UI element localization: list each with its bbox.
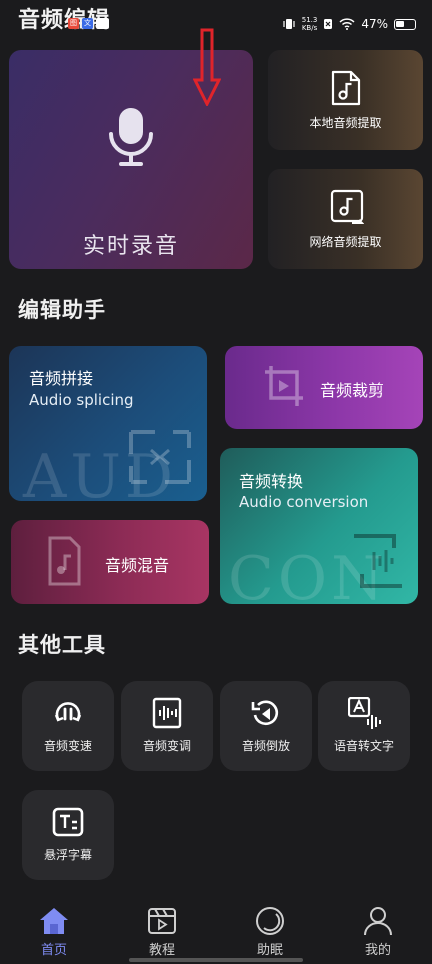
tool-audio-reverse[interactable]: 音频倒放: [220, 681, 312, 771]
conversion-icon: [354, 534, 402, 588]
home-indicator[interactable]: [129, 958, 303, 962]
nav-profile[interactable]: 我的: [324, 896, 432, 964]
battery-percent: 47%: [361, 17, 388, 31]
audio-splicing-card[interactable]: AUD 音频拼接 Audio splicing: [9, 346, 207, 501]
record-label: 实时录音: [82, 234, 179, 259]
tool-audio-speed[interactable]: 音频变速: [22, 681, 114, 771]
nav-label: 我的: [364, 943, 391, 958]
vibrate-icon: [283, 19, 295, 29]
splice-title: 音频拼接: [29, 369, 94, 388]
microphone-icon: [109, 108, 153, 166]
system-status: 51.3 KB/s 47%: [282, 16, 416, 32]
audio-file-icon: [331, 70, 361, 106]
message-icon: [96, 18, 109, 29]
nav-home[interactable]: 首页: [0, 896, 108, 964]
music-share-icon: [330, 189, 364, 224]
section-title-edit-helper: 编辑助手: [18, 298, 106, 322]
audio-cut-card[interactable]: 音频裁剪: [225, 346, 423, 429]
bottom-nav: 首页 教程 助眠 我的: [0, 896, 432, 964]
tool-label: 语音转文字: [333, 739, 394, 753]
crop-icon: [265, 366, 303, 406]
wifi-icon: [339, 18, 355, 30]
local-extract-label: 本地音频提取: [309, 116, 382, 130]
home-icon: [40, 908, 68, 934]
moon-icon: [256, 907, 284, 935]
reverse-icon: [251, 700, 279, 726]
tool-label: 音频变速: [43, 739, 92, 753]
network-audio-extract-card[interactable]: 网络音频提取: [268, 169, 423, 269]
battery-icon: [394, 18, 416, 30]
local-audio-extract-card[interactable]: 本地音频提取: [268, 50, 423, 150]
tool-audio-pitch[interactable]: 音频变调: [121, 681, 213, 771]
network-speed: 51.3 KB/s: [301, 16, 318, 32]
music-file-icon: [48, 536, 81, 586]
nav-label: 首页: [40, 943, 67, 958]
down-arrow-annotation: [193, 28, 221, 106]
notification-icon: 文: [82, 18, 93, 29]
video-icon: [148, 908, 176, 934]
notification-icons: 图 文: [68, 18, 109, 29]
conversion-title: 音频转换: [239, 472, 304, 491]
nav-label: 助眠: [256, 943, 283, 958]
network-extract-label: 网络音频提取: [309, 235, 382, 249]
speech-to-text-icon: [348, 697, 381, 729]
audio-conversion-card[interactable]: CON 音频转换 Audio conversion: [220, 448, 418, 604]
mix-title: 音频混音: [105, 556, 170, 575]
sim-off-icon: [324, 19, 333, 29]
speed-icon: [54, 702, 82, 722]
section-title-other-tools: 其他工具: [18, 633, 106, 657]
tool-floating-subtitle[interactable]: 悬浮字幕: [22, 790, 114, 880]
cut-title: 音频裁剪: [320, 381, 385, 400]
notification-icon: 图: [68, 18, 79, 29]
pitch-icon: [152, 697, 182, 729]
conversion-subtitle: Audio conversion: [239, 493, 369, 511]
nav-tutorial[interactable]: 教程: [108, 896, 216, 964]
tool-label: 悬浮字幕: [43, 848, 92, 862]
tool-label: 音频倒放: [241, 739, 290, 753]
user-icon: [364, 907, 392, 936]
nav-label: 教程: [148, 943, 175, 958]
splice-icon: [129, 430, 191, 484]
tool-label: 音频变调: [142, 739, 191, 753]
audio-mix-card[interactable]: 音频混音: [11, 520, 209, 604]
subtitle-icon: [52, 807, 84, 837]
tool-speech-to-text[interactable]: 语音转文字: [318, 681, 410, 771]
nav-sleep[interactable]: 助眠: [216, 896, 324, 964]
splice-subtitle: Audio splicing: [29, 391, 134, 409]
